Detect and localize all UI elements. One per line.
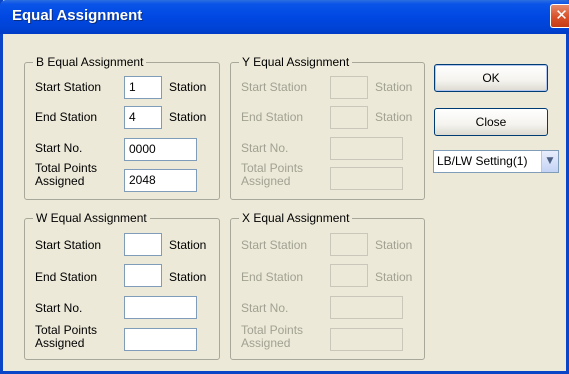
y-start-no-label: Start No. [241,141,289,155]
window-title: Equal Assignment [12,7,143,24]
y-total-points-label: Total Points Assigned [241,161,304,188]
x-group-title: X Equal Assignment [239,211,353,225]
title-bar[interactable]: Equal Assignment ✕ [0,0,569,34]
b-end-station-input[interactable]: 4 [124,106,162,129]
x-start-station-input[interactable] [330,233,368,256]
y-end-station-input[interactable] [330,106,368,129]
w-end-station-unit: Station [169,270,207,284]
x-total-points-label: Total Points Assigned [241,323,304,350]
w-total-points-label: Total Points Assigned [35,323,98,350]
w-start-station-unit: Station [169,238,207,252]
b-end-station-label: End Station [35,110,98,124]
b-start-no-input[interactable]: 0000 [124,138,197,161]
x-end-station-label: End Station [241,270,304,284]
x-start-station-unit: Station [375,238,413,252]
b-start-station-label: Start Station [35,80,102,94]
x-start-station-label: Start Station [241,238,308,252]
lb-lw-setting-select[interactable]: LB/LW Setting(1) ▼ [433,150,559,173]
b-group-title: B Equal Assignment [33,55,147,69]
b-start-station-unit: Station [169,80,207,94]
y-start-station-unit: Station [375,80,413,94]
w-end-station-input[interactable] [124,264,162,287]
y-end-station-label: End Station [241,110,304,124]
b-start-station-input[interactable]: 1 [124,76,162,99]
y-total-points-input[interactable] [330,167,403,190]
y-end-station-unit: Station [375,110,413,124]
b-end-station-unit: Station [169,110,207,124]
equal-assignment-dialog: Equal Assignment ✕ B Equal Assignment St… [0,0,569,374]
b-total-points-label: Total Points Assigned [35,161,98,188]
w-start-no-input[interactable] [124,296,197,319]
y-group-title: Y Equal Assignment [239,55,353,69]
x-end-station-unit: Station [375,270,413,284]
x-start-no-label: Start No. [241,301,289,315]
x-total-points-input[interactable] [330,328,403,351]
y-start-station-input[interactable] [330,76,368,99]
w-total-points-input[interactable] [124,328,197,351]
x-end-station-input[interactable] [330,264,368,287]
ok-button[interactable]: OK [434,64,548,92]
b-start-no-label: Start No. [35,141,83,155]
w-start-station-label: Start Station [35,238,102,252]
y-start-no-input[interactable] [330,137,403,160]
w-end-station-label: End Station [35,270,98,284]
x-start-no-input[interactable] [330,296,403,319]
y-start-station-label: Start Station [241,80,308,94]
close-window-icon[interactable]: ✕ [550,4,569,28]
w-start-station-input[interactable] [124,233,162,256]
w-start-no-label: Start No. [35,301,83,315]
close-button[interactable]: Close [434,108,548,136]
b-total-points-input[interactable]: 2048 [124,169,197,192]
lb-lw-setting-value: LB/LW Setting(1) [437,154,528,168]
w-group-title: W Equal Assignment [33,211,150,225]
chevron-down-icon[interactable]: ▼ [541,151,558,172]
